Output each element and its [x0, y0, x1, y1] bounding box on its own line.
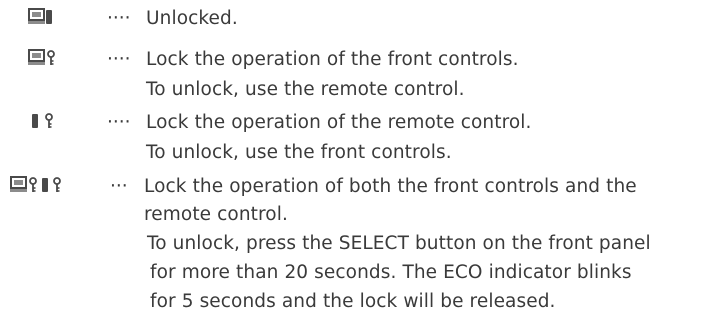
entry-text-line: Unlocked. — [146, 8, 238, 29]
leader-dots: ···· — [107, 49, 131, 70]
entry-text-line: To unlock, press the SELECT button on th… — [147, 233, 651, 254]
entry-text-line: Lock the operation of the front controls… — [146, 49, 519, 70]
entry-text-line: for more than 20 seconds. The ECO indica… — [150, 262, 632, 283]
leader-dots: ···· — [107, 112, 131, 133]
remote-lock-icon — [30, 111, 58, 139]
monitor-unlocked-icon — [28, 7, 56, 35]
leader-dots: ···· — [107, 8, 131, 29]
entry-text-line: To unlock, use the remote control. — [146, 79, 465, 100]
entry-text-line: remote control. — [144, 204, 288, 225]
leader-dots: ··· — [110, 176, 128, 197]
entry-text-line: Lock the operation of both the front con… — [144, 176, 637, 197]
monitor-lock-icon — [28, 48, 56, 76]
entry-text-line: Lock the operation of the remote control… — [146, 112, 532, 133]
monitor-and-remote-lock-icon — [10, 175, 68, 203]
entry-text-line: for 5 seconds and the lock will be relea… — [150, 291, 556, 312]
entry-text-line: To unlock, use the front controls. — [146, 142, 452, 163]
